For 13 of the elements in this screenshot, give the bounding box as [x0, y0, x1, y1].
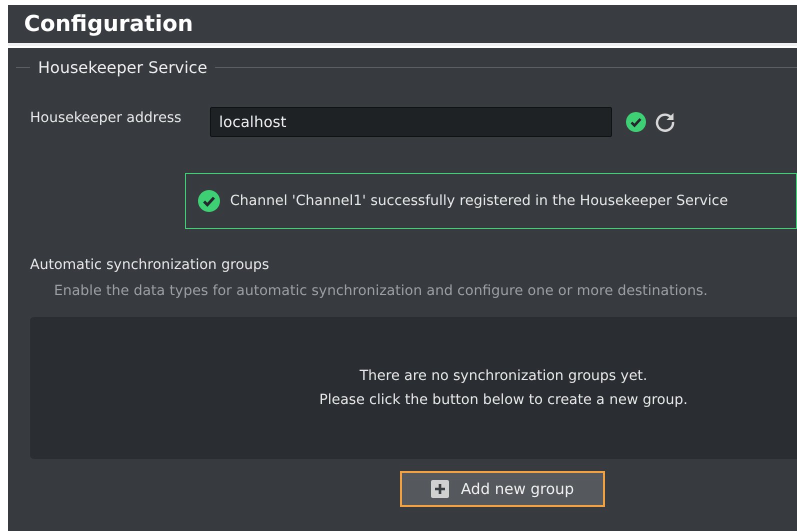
- plus-icon: [430, 480, 449, 498]
- address-label: Housekeeper address: [30, 110, 182, 126]
- empty-message: Please click the button below to create a new group.: [319, 391, 688, 410]
- page-title: Configuration: [24, 12, 194, 36]
- empty-message: There are no synchronization groups yet.: [360, 367, 648, 386]
- sync-groups-title: Automatic synchronization groups: [30, 257, 270, 273]
- add-group-button[interactable]: Add new group: [400, 471, 605, 507]
- sync-groups-description: Enable the data types for automatic synchronization and configure one or more destinations.: [54, 283, 709, 299]
- refresh-icon[interactable]: [654, 111, 676, 133]
- notice-text: Channel 'Channel1' successfully registered in the Housekeeper Service: [230, 193, 728, 209]
- address-field[interactable]: localhost: [210, 107, 612, 137]
- section-title: Housekeeper Service: [38, 58, 208, 77]
- check-circle-icon: [198, 190, 220, 212]
